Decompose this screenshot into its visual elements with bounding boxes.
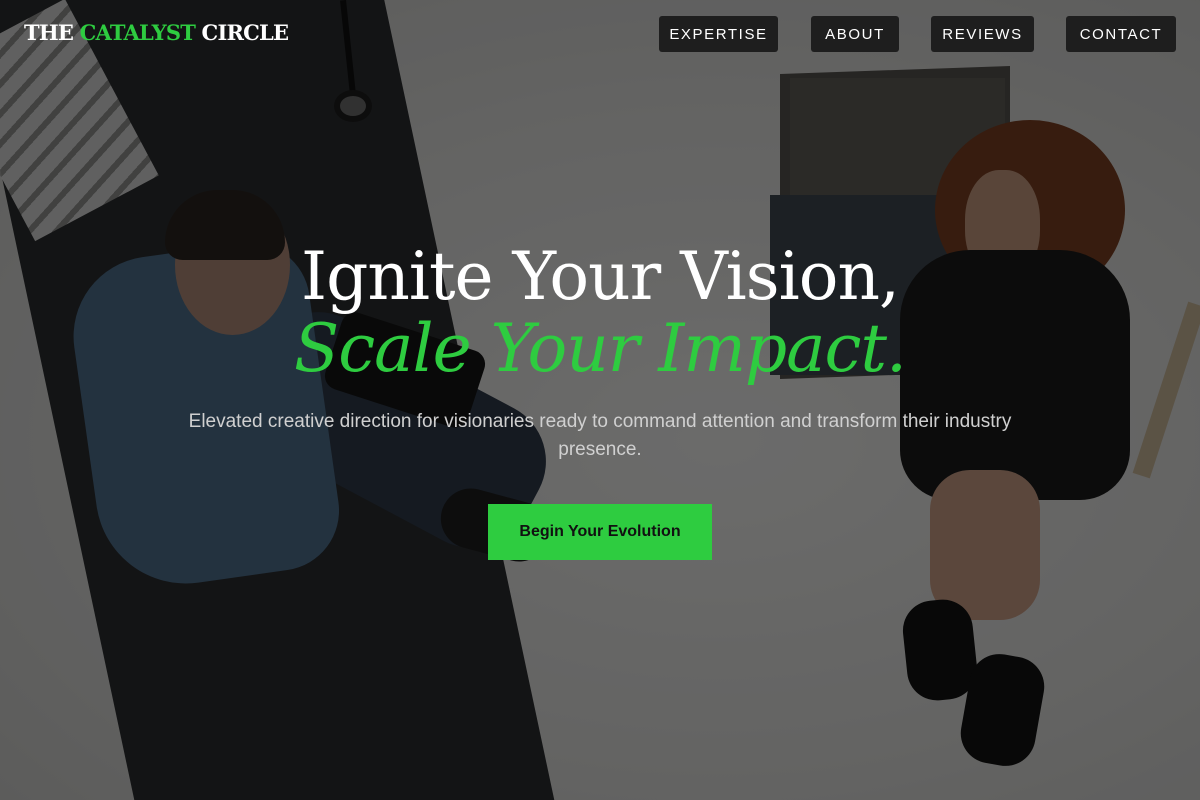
logo-text-circle: CIRCLE [195, 20, 289, 45]
nav-reviews-button[interactable]: REVIEWS [931, 16, 1034, 52]
hero-subtitle: Elevated creative direction for visionar… [188, 411, 1012, 460]
logo-text-the: THE [24, 20, 80, 45]
dark-overlay [0, 0, 1200, 800]
logo-text-catalyst: CATALYST [79, 20, 196, 45]
nav-about-button[interactable]: ABOUT [811, 16, 899, 52]
nav-expertise-button[interactable]: EXPERTISE [659, 16, 778, 52]
hero-headline: Ignite Your Vision, [301, 238, 900, 315]
nav-contact-button[interactable]: CONTACT [1066, 16, 1176, 52]
hero-section: THE CATALYST CIRCLE EXPERTISE ABOUT REVI… [0, 0, 1200, 800]
site-header: THE CATALYST CIRCLE EXPERTISE ABOUT REVI… [0, 0, 1200, 68]
site-logo[interactable]: THE CATALYST CIRCLE [24, 20, 289, 45]
begin-evolution-button[interactable]: Begin Your Evolution [488, 504, 712, 560]
hero-headline-accent: Scale Your Impact. [294, 310, 907, 387]
